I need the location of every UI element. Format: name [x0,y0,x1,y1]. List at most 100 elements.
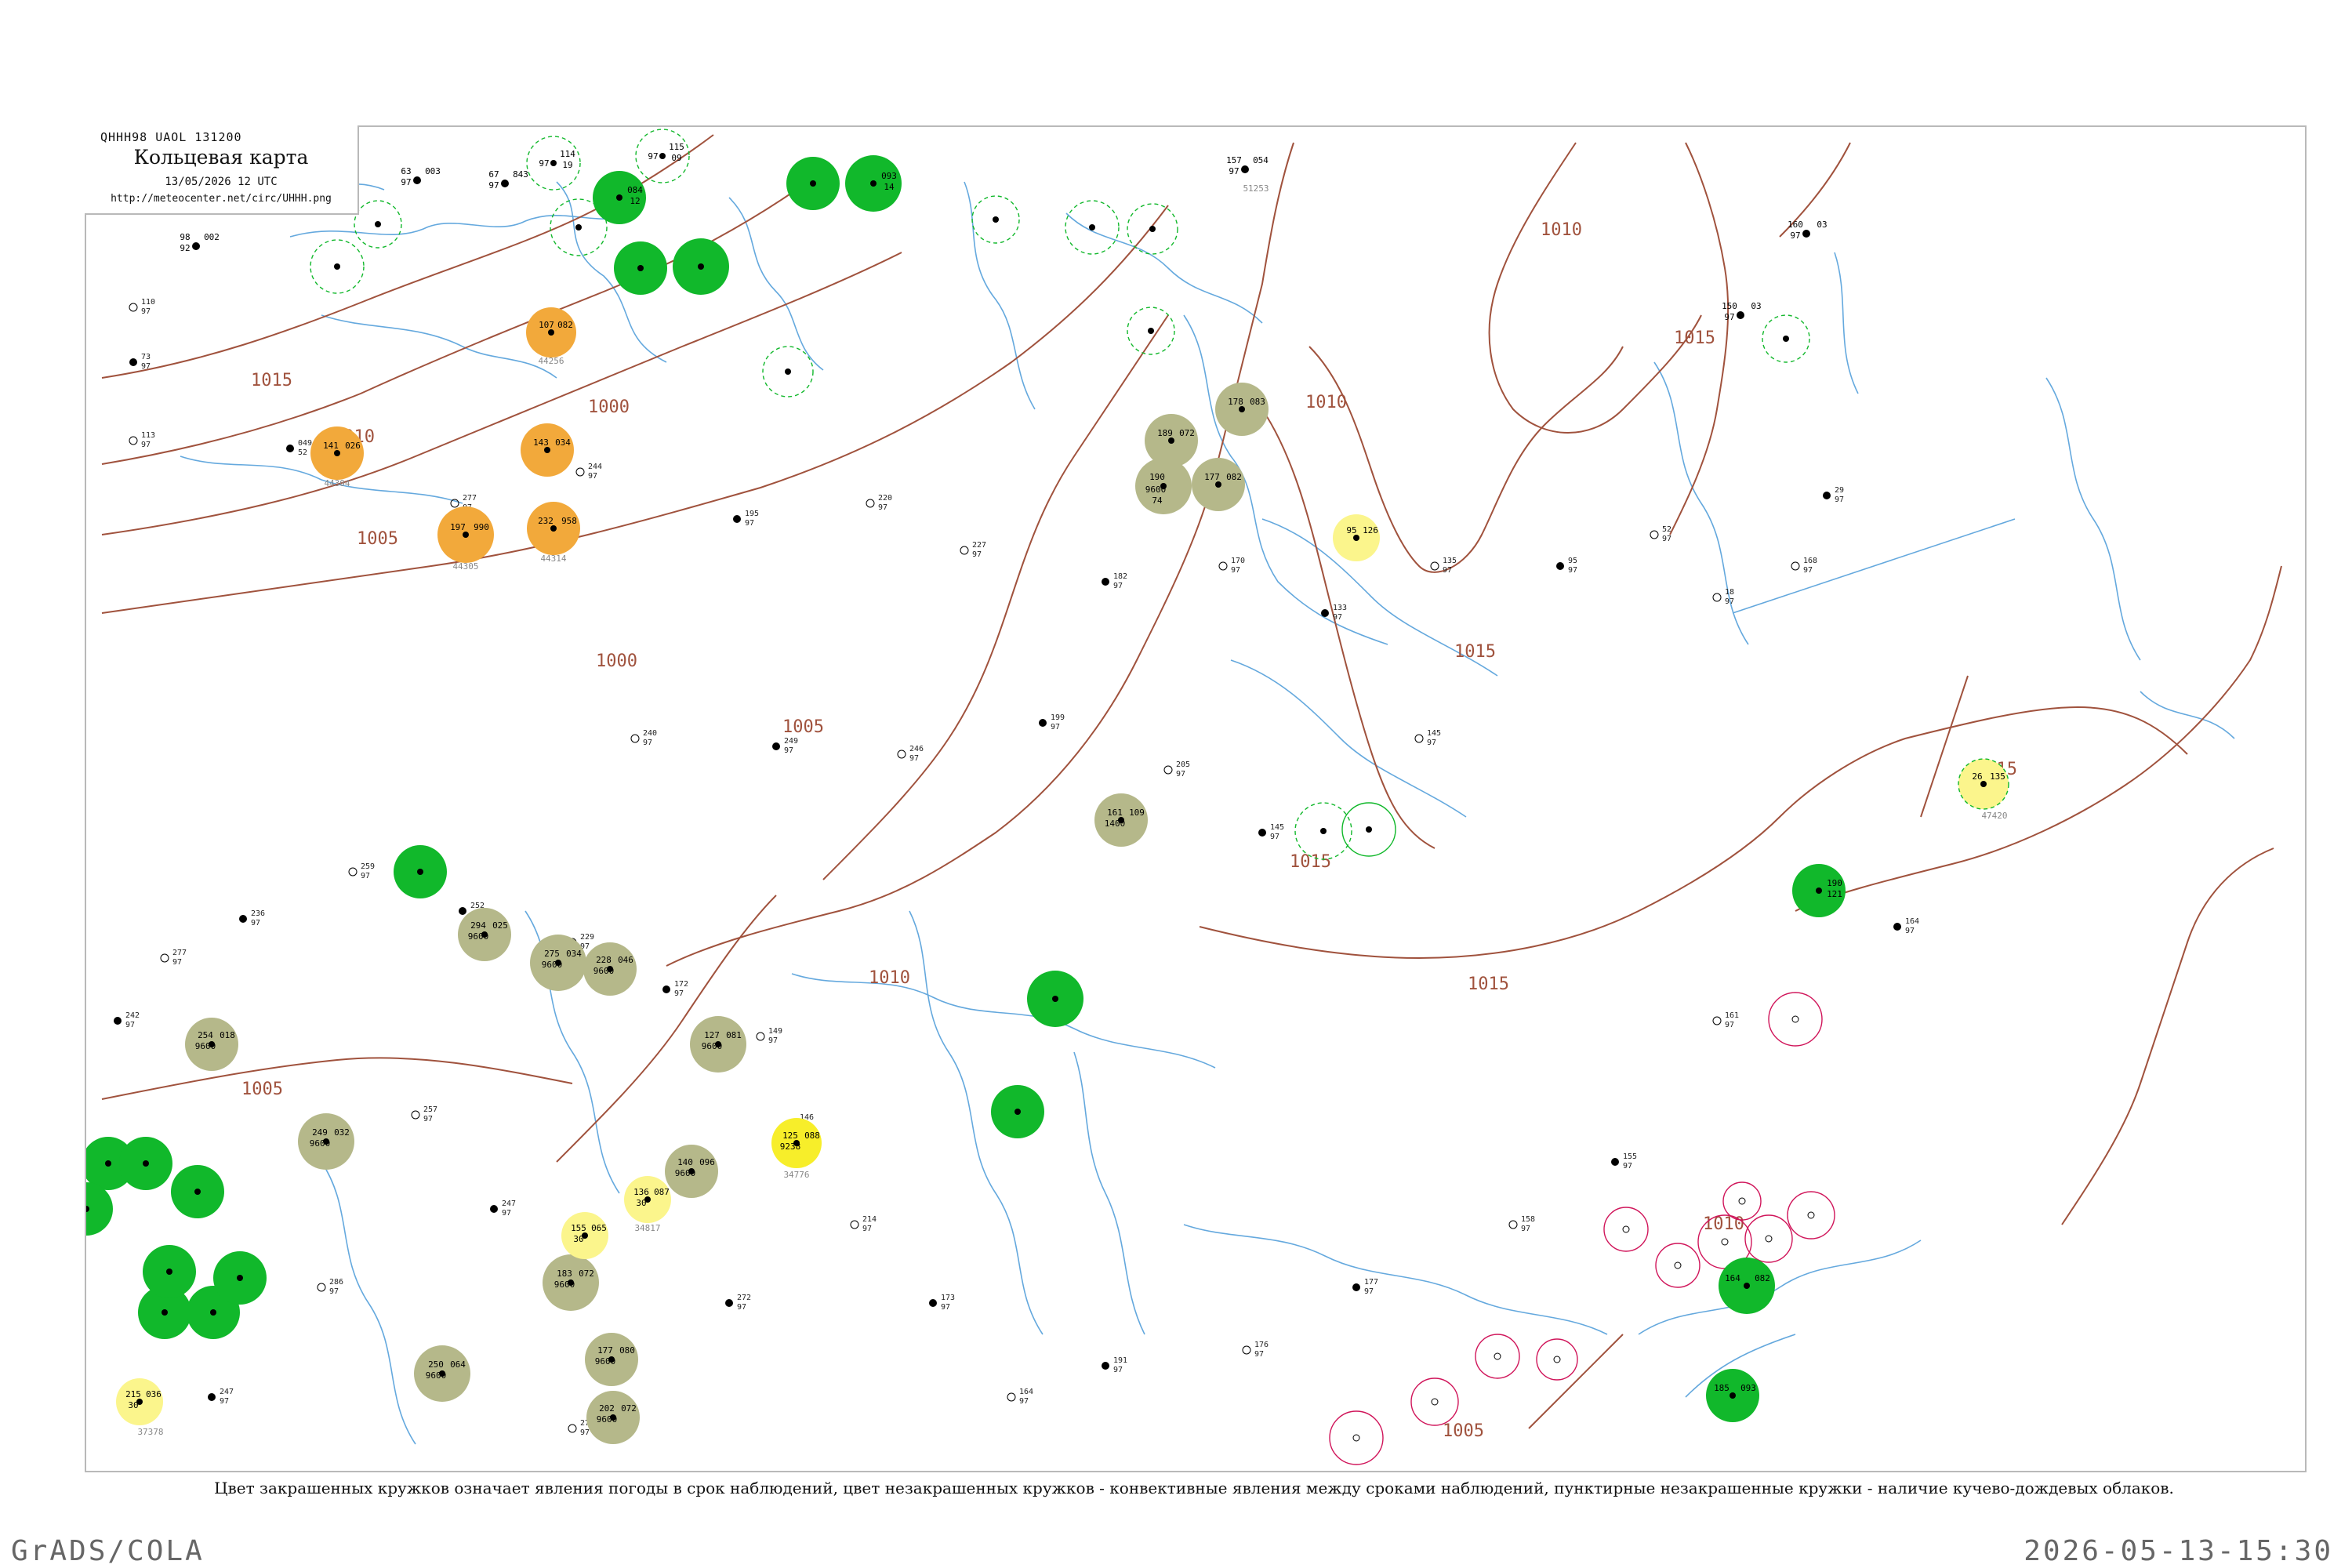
station-pres: 09 [671,153,681,163]
station-drizzle[interactable]: 127 0819600 [690,1016,746,1073]
station-lightyellow[interactable]: 155 065 30 [561,1212,608,1259]
station-haze[interactable]: 232 958 44314 [527,502,580,564]
station-rain[interactable]: 09314 [845,155,902,212]
station-pres: 034 [555,437,571,448]
svg-text:97: 97 [909,754,919,763]
station-rain[interactable]: 164 082 [1719,1258,1775,1314]
station-haze[interactable]: 107 082 44256 [526,307,576,366]
station-thunder[interactable] [1329,1410,1384,1465]
station-cb[interactable] [1762,314,1810,363]
station-lightyellow[interactable]: 215 036 30 37378 [116,1378,164,1437]
station-thunder[interactable] [1536,1338,1578,1381]
svg-text:049: 049 [298,439,312,448]
station-cb[interactable] [762,346,814,397]
station-lightyellow[interactable]: 95 126 [1333,514,1380,561]
station-rain[interactable] [213,1251,267,1305]
station-rain[interactable] [394,845,447,898]
station-plain[interactable]: 160 03 97 [1788,220,1828,241]
svg-text:97: 97 [580,1428,590,1437]
station-cb[interactable] [1127,203,1178,255]
isobar-label: 1015 [1468,975,1509,994]
station-cb[interactable] [1294,802,1352,860]
station-thunder[interactable] [1768,992,1823,1047]
station-vis: 9238 [780,1142,801,1152]
station-drizzle[interactable]: 202 0729600 [586,1391,640,1444]
svg-text:199: 199 [1051,713,1065,722]
station-thunder[interactable] [1655,1243,1700,1288]
station-id: 34776 [783,1170,809,1180]
svg-text:97: 97 [141,441,151,449]
station-drizzle[interactable]: 140 0969600 [665,1145,718,1198]
station-temp: 249 [312,1127,328,1138]
station-rain[interactable] [143,1245,196,1298]
station-rain[interactable]: 08412 [593,171,646,224]
station-vis: 30 [636,1198,646,1208]
station-temp: 155 [571,1223,586,1233]
station-thunder[interactable] [1787,1191,1835,1240]
station-pres: 082 [557,320,573,330]
station-drizzle[interactable]: 190 960074 [1135,458,1192,514]
station-rain[interactable] [171,1165,224,1218]
station-plain[interactable]: 157 054 97 51253 [1226,155,1269,194]
station-drizzle[interactable]: 228 0469600 [583,942,637,996]
station-cb[interactable] [310,239,365,294]
station-cb[interactable]: 115 09 97 [635,129,690,183]
station-rain[interactable]: 185 093 [1706,1369,1759,1422]
station-yellow[interactable]: 125 0889238 34776 [771,1118,822,1180]
station-plain[interactable]: 67 843 97 [488,169,528,191]
svg-text:97: 97 [1623,1162,1632,1171]
station-drizzle[interactable]: 249 0329600 [298,1113,354,1170]
station-drizzle[interactable]: 183 072 9600 [543,1254,599,1311]
station-rain[interactable] [673,238,729,295]
station-plain[interactable]: 63 003 97 [401,166,441,187]
station-thunder[interactable] [1410,1377,1459,1426]
station-temp: 197 [450,522,466,532]
station-thunder[interactable] [1603,1207,1649,1252]
map-url[interactable]: http://meteocenter.net/circ/UHHH.png [85,193,358,205]
station-haze[interactable]: 143 034 [521,423,574,477]
station-lightyellow[interactable]: 136 087 30 34817 [624,1176,671,1233]
station-cb[interactable] [1065,200,1120,255]
station-temp: 127 [704,1030,720,1040]
station-cb[interactable] [1127,307,1175,355]
station-rain[interactable] [119,1137,172,1190]
station-drizzle[interactable]: 177 082 [1192,458,1245,511]
weather-stations-layer: 114 19 97 115 09 97 08412 09314 190121 1… [86,129,2009,1465]
station-pres: 072 [621,1403,637,1414]
station-temp: 254 [198,1030,213,1040]
svg-text:97: 97 [220,1397,229,1406]
svg-text:257: 257 [423,1105,437,1114]
station-rain[interactable] [991,1085,1044,1138]
station-plain[interactable]: 98 002 92 [180,232,220,253]
station-pres: 002 [204,232,220,242]
station-drizzle[interactable]: 178 083 [1215,383,1269,436]
station-rain[interactable] [1027,971,1083,1027]
station-lightyellow[interactable]: 26 135 47420 [1958,758,2009,821]
station-cb[interactable] [971,195,1020,244]
station-rain[interactable] [614,241,667,295]
station-thunder[interactable] [1744,1214,1793,1263]
station-plain[interactable]: 150 03 97 [1722,301,1762,322]
station-drizzle[interactable]: 250 0649600 [414,1345,470,1402]
station-cb[interactable]: 114 19 97 [526,136,581,191]
station-rain[interactable]: 190121 [1792,864,1846,917]
station-pres: 032 [334,1127,350,1138]
station-drizzle[interactable]: 254 018 9600 [185,1018,238,1071]
station-cb[interactable] [1341,802,1396,857]
station-drizzle[interactable]: 177 0809600 [585,1333,638,1386]
station-drizzle[interactable]: 275 0349600 [530,935,586,991]
isobar-label: 1000 [588,397,630,417]
svg-text:220: 220 [878,494,892,503]
station-rain[interactable] [786,157,840,210]
station-rain[interactable] [86,1182,113,1236]
station-cb[interactable] [354,200,402,249]
station-pres: 082 [1755,1273,1770,1283]
svg-text:229: 229 [580,933,594,942]
svg-text:135: 135 [1443,557,1457,565]
synoptic-map[interactable]: 1015 1010 1005 1000 1005 1000 1005 1010 … [86,127,2305,1471]
station-thunder[interactable] [1475,1334,1520,1379]
station-drizzle[interactable]: 161 1091400 [1094,793,1148,847]
station-drizzle[interactable]: 294 0259600 [458,908,511,961]
station-haze[interactable]: 197 990 44305 [437,506,494,572]
station-vis: 97 [488,180,499,191]
